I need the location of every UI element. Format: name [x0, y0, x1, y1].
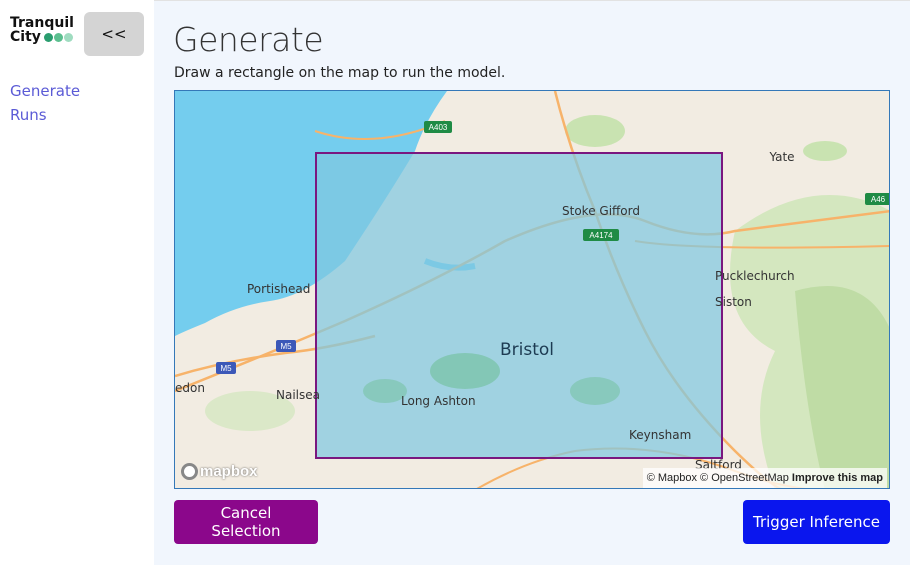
place-portishead: Portishead [247, 282, 310, 296]
road-shield-a403: A403 [424, 121, 452, 133]
road-shield-a46: A46 [865, 193, 889, 205]
place-edon: edon [175, 381, 205, 395]
road-shield-m5: M5 [276, 340, 296, 352]
brand-line2: City [10, 29, 41, 45]
brand-line1: Tranquil [10, 15, 74, 31]
map-graphic: A403 A4174 A46 M5 M5 Bristol Stoke Giffo… [175, 91, 889, 488]
road-shield-a4174: A4174 [583, 229, 619, 241]
place-bristol: Bristol [500, 340, 554, 360]
map-canvas[interactable]: A403 A4174 A46 M5 M5 Bristol Stoke Giffo… [174, 90, 890, 489]
road-shield-m5-south: M5 [216, 362, 236, 374]
svg-text:A46: A46 [871, 195, 886, 204]
tranquil-city-logo[interactable]: Tranquil City [10, 16, 74, 44]
mapbox-logo[interactable]: mapbox [181, 463, 258, 480]
trigger-inference-button[interactable]: Trigger Inference [743, 500, 890, 544]
svg-text:A403: A403 [429, 123, 448, 132]
main-content: Generate Draw a rectangle on the map to … [154, 0, 910, 565]
attribution-text[interactable]: © Mapbox © OpenStreetMap [647, 472, 789, 484]
svg-text:M5: M5 [220, 364, 232, 373]
collapse-sidebar-button[interactable]: << [84, 12, 144, 56]
mapbox-ring-icon [181, 463, 198, 480]
nav-item-runs[interactable]: Runs [10, 103, 80, 127]
svg-text:A4174: A4174 [589, 231, 613, 240]
place-nailsea: Nailsea [276, 388, 320, 402]
place-pucklechurch: Pucklechurch [715, 269, 795, 283]
sidebar-nav: Generate Runs [10, 79, 80, 127]
place-keynsham: Keynsham [629, 428, 691, 442]
page-title: Generate [173, 20, 324, 59]
place-yate: Yate [768, 150, 794, 164]
mapbox-logo-text: mapbox [200, 463, 258, 480]
brand-dots-icon [43, 32, 74, 42]
sidebar: Tranquil City << Generate Runs [0, 0, 154, 565]
place-stoke-gifford: Stoke Gifford [562, 204, 640, 218]
map-attribution: © Mapbox © OpenStreetMap Improve this ma… [642, 468, 887, 488]
svg-text:M5: M5 [280, 342, 292, 351]
place-long-ashton: Long Ashton [401, 394, 476, 408]
place-siston: Siston [715, 295, 752, 309]
page-subtitle: Draw a rectangle on the map to run the m… [174, 65, 506, 81]
nav-item-generate[interactable]: Generate [10, 79, 80, 103]
improve-map-link[interactable]: Improve this map [792, 472, 883, 484]
cancel-selection-button[interactable]: Cancel Selection [174, 500, 318, 544]
